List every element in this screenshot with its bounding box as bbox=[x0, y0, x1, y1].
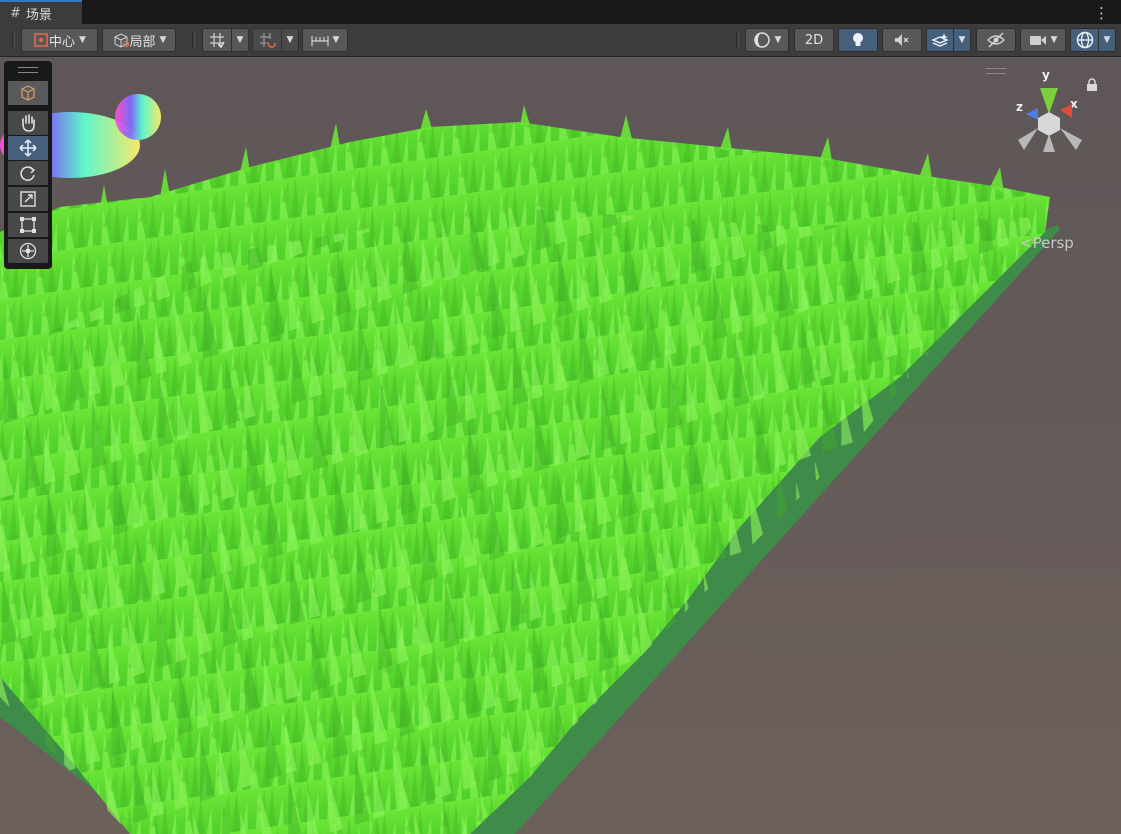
chevron-down-icon: ▼ bbox=[1050, 35, 1058, 45]
gizmos-dropdown[interactable]: ▼ bbox=[1098, 28, 1116, 52]
incremental-snap-dropdown[interactable]: ▼ bbox=[281, 28, 299, 52]
gizmo-center-cube[interactable] bbox=[1038, 112, 1060, 136]
move-tool[interactable] bbox=[8, 136, 48, 160]
rotation-label: 局部 bbox=[129, 34, 156, 50]
grid-snap-button[interactable] bbox=[202, 28, 232, 52]
chevron-down-icon: ▼ bbox=[79, 35, 86, 45]
scale-icon bbox=[20, 191, 36, 207]
chevron-down-icon: ▼ bbox=[332, 35, 340, 45]
cube-icon bbox=[21, 85, 35, 101]
shading-mode-icon bbox=[753, 32, 770, 48]
ruler-dropdown[interactable]: ▼ bbox=[302, 28, 348, 52]
effects-icon bbox=[931, 33, 949, 47]
projection-label[interactable]: <Persp bbox=[1020, 234, 1074, 252]
camera-icon bbox=[1029, 36, 1046, 45]
tab-bar: # 场景 ⋮ bbox=[0, 0, 1121, 24]
effects-toggle[interactable] bbox=[926, 28, 954, 52]
view-tool[interactable] bbox=[8, 111, 48, 135]
transform-icon bbox=[19, 242, 37, 260]
tool-mode-button[interactable] bbox=[8, 81, 48, 105]
audio-toggle[interactable] bbox=[882, 28, 922, 52]
mode-2d-button[interactable]: 2D bbox=[794, 28, 834, 52]
scene-visibility-toggle[interactable] bbox=[976, 28, 1016, 52]
move-arrows-icon bbox=[19, 139, 37, 157]
incremental-snap-button[interactable] bbox=[252, 28, 282, 52]
scale-tool[interactable] bbox=[8, 187, 48, 211]
shading-mode-dropdown[interactable]: ▼ bbox=[745, 28, 789, 52]
lighting-icon bbox=[853, 33, 863, 46]
kebab-menu-icon[interactable]: ⋮ bbox=[1094, 4, 1109, 22]
mode-2d-label: 2D bbox=[804, 32, 824, 48]
toolbar-separator bbox=[736, 32, 739, 49]
chevron-down-icon: ▼ bbox=[774, 35, 782, 45]
lighting-toggle[interactable] bbox=[838, 28, 878, 52]
grid-snap-dropdown[interactable]: ▼ bbox=[231, 28, 249, 52]
gizmos-icon bbox=[1076, 31, 1093, 49]
grass-field bbox=[0, 57, 1121, 834]
rect-icon bbox=[20, 217, 36, 233]
gizmos-toggle[interactable] bbox=[1070, 28, 1099, 52]
gizmo-z-cone[interactable] bbox=[1026, 108, 1038, 120]
audio-mute-icon bbox=[895, 34, 909, 46]
toolbar-separator bbox=[192, 32, 195, 49]
grid-snap-icon bbox=[210, 33, 225, 49]
tab-scene-label: 场景 bbox=[25, 7, 52, 23]
toolbar-handle bbox=[12, 32, 15, 49]
lock-icon[interactable] bbox=[1086, 78, 1098, 92]
scene-grid-icon: # bbox=[10, 5, 21, 21]
scene-visibility-icon bbox=[987, 32, 1005, 48]
pivot-center-icon bbox=[34, 33, 48, 47]
effects-dropdown[interactable]: ▼ bbox=[953, 28, 971, 52]
pivot-label: 中心 bbox=[49, 34, 76, 50]
pivot-dropdown[interactable]: 中心 ▼ bbox=[21, 28, 98, 52]
tools-overlay bbox=[4, 61, 52, 269]
hand-icon bbox=[22, 114, 35, 132]
gizmo-z-label: z bbox=[1016, 100, 1023, 114]
chevron-down-icon: ▼ bbox=[159, 35, 167, 45]
transform-tool[interactable] bbox=[8, 239, 48, 263]
rotate-tool[interactable] bbox=[8, 161, 48, 185]
gizmo-y-label: y bbox=[1042, 68, 1050, 82]
camera-dropdown[interactable]: ▼ bbox=[1020, 28, 1066, 52]
ruler-icon bbox=[310, 36, 329, 46]
incremental-snap-icon bbox=[260, 33, 276, 48]
tab-scene[interactable]: # 场景 bbox=[0, 0, 82, 24]
gizmo-x-cone[interactable] bbox=[1060, 104, 1072, 118]
scene-toolbar: 中心 ▼ 局部 ▼ ▼ ▼ ▼ ▼ 2D ▼ ▼ ▼ bbox=[0, 24, 1121, 57]
gizmo-y-cone[interactable] bbox=[1040, 88, 1058, 114]
overlay-drag-handle[interactable] bbox=[986, 68, 1006, 74]
rotate-icon bbox=[20, 166, 36, 181]
scene-viewport[interactable]: <Persp bbox=[0, 57, 1121, 834]
rotation-dropdown[interactable]: 局部 ▼ bbox=[102, 28, 176, 52]
tools-drag-handle[interactable] bbox=[18, 67, 38, 73]
rect-tool[interactable] bbox=[8, 213, 48, 237]
local-cube-icon bbox=[114, 33, 129, 48]
